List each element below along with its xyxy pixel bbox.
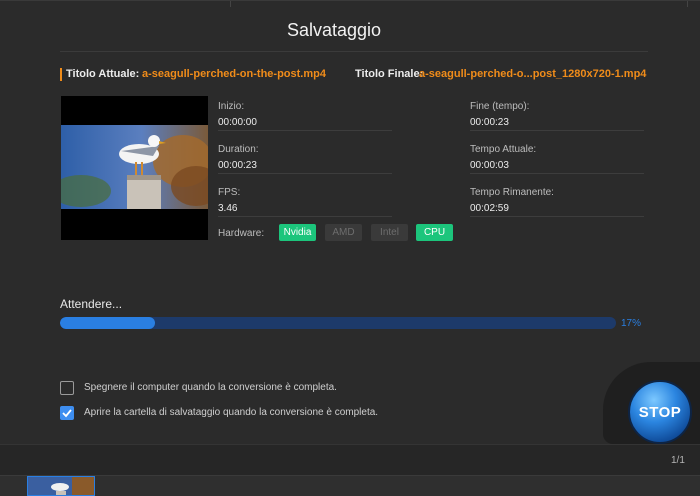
thumbnail-strip bbox=[0, 475, 700, 496]
final-title-value: a-seagull-perched-o...post_1280x720-1.mp… bbox=[419, 68, 647, 80]
end-value: 00:00:23 bbox=[470, 117, 509, 128]
duration-stat: Duration: 00:00:23 bbox=[218, 144, 392, 174]
checkmark-icon bbox=[62, 409, 72, 418]
hw-chip-intel[interactable]: Intel bbox=[371, 224, 408, 241]
start-label: Inizio: bbox=[218, 101, 245, 112]
start-value: 00:00:00 bbox=[218, 117, 257, 128]
remaining-time-value: 00:02:59 bbox=[470, 203, 509, 214]
remaining-time-label: Tempo Rimanente: bbox=[470, 187, 554, 198]
end-label: Fine (tempo): bbox=[470, 101, 530, 112]
duration-value: 00:00:23 bbox=[218, 160, 257, 171]
hw-chip-nvidia[interactable]: Nvidia bbox=[279, 224, 316, 241]
shutdown-label: Spegnere il computer quando la conversio… bbox=[84, 382, 337, 393]
queue-thumbnail[interactable] bbox=[27, 476, 95, 496]
accent-bar bbox=[60, 68, 62, 81]
current-time-value: 00:00:03 bbox=[470, 160, 509, 171]
hardware-label: Hardware: bbox=[218, 228, 265, 239]
page-indicator: 1/1 bbox=[671, 455, 685, 466]
end-stat: Fine (tempo): 00:00:23 bbox=[470, 101, 644, 131]
duration-label: Duration: bbox=[218, 144, 259, 155]
shutdown-checkbox[interactable] bbox=[60, 381, 74, 395]
open-folder-label: Aprire la cartella di salvataggio quando… bbox=[84, 407, 379, 418]
current-time-stat: Tempo Attuale: 00:00:03 bbox=[470, 144, 644, 174]
option-open-folder[interactable]: Aprire la cartella di salvataggio quando… bbox=[60, 406, 390, 422]
start-stat: Inizio: 00:00:00 bbox=[218, 101, 392, 131]
fps-stat: FPS: 3.46 bbox=[218, 187, 392, 217]
progress-bar bbox=[60, 317, 616, 329]
hw-chip-cpu[interactable]: CPU bbox=[416, 224, 453, 241]
open-folder-checkbox[interactable] bbox=[60, 406, 74, 420]
current-title-value: a-seagull-perched-on-the-post.mp4 bbox=[142, 68, 326, 80]
stop-button[interactable]: STOP bbox=[628, 380, 692, 444]
hw-chip-amd[interactable]: AMD bbox=[325, 224, 362, 241]
header-divider bbox=[60, 51, 648, 52]
file-names-row: Titolo Attuale: a-seagull-perched-on-the… bbox=[60, 67, 660, 83]
progress-percent: 17% bbox=[621, 318, 642, 329]
progress-fill bbox=[60, 317, 155, 329]
video-thumbnail bbox=[61, 96, 208, 240]
current-time-label: Tempo Attuale: bbox=[470, 144, 537, 155]
fps-label: FPS: bbox=[218, 187, 241, 198]
window-top-edge bbox=[0, 0, 700, 7]
option-shutdown[interactable]: Spegnere il computer quando la conversio… bbox=[60, 381, 380, 397]
status-text: Attendere... bbox=[60, 297, 123, 311]
dialog-title: Salvataggio bbox=[286, 20, 382, 40]
stop-button-label: STOP bbox=[638, 404, 682, 421]
remaining-time-stat: Tempo Rimanente: 00:02:59 bbox=[470, 187, 644, 217]
current-title-label: Titolo Attuale: bbox=[66, 68, 140, 80]
final-title-label: Titolo Finale: bbox=[355, 68, 424, 80]
fps-value: 3.46 bbox=[218, 203, 238, 214]
